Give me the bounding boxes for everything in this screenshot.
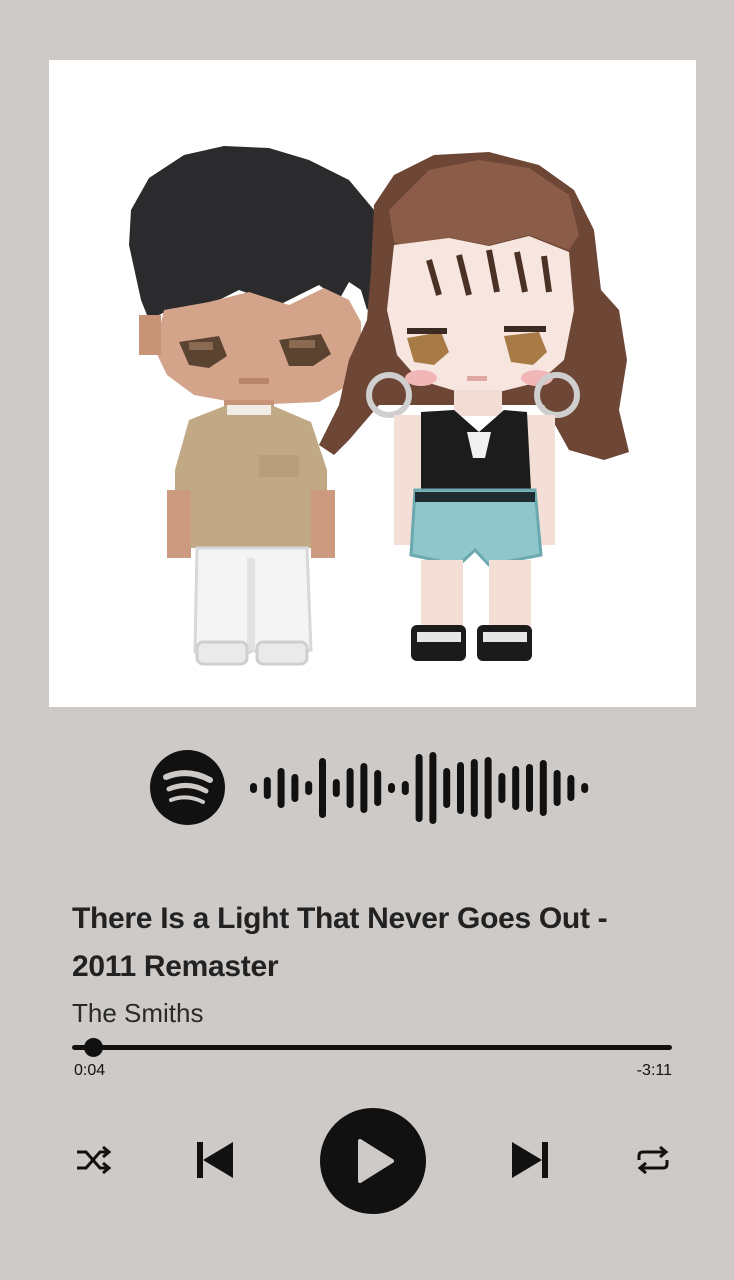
soundwave-bar <box>539 760 547 816</box>
soundwave-bar <box>319 758 326 818</box>
soundwave-bar <box>360 763 368 813</box>
soundwave-bar <box>512 766 520 810</box>
album-artwork <box>49 60 696 707</box>
soundwave-bar <box>567 775 575 801</box>
track-title: There Is a Light That Never Goes Out - 2… <box>72 895 672 991</box>
soundwave-bar <box>581 783 589 793</box>
spotify-code <box>150 750 600 826</box>
soundwave-bar <box>305 781 313 795</box>
pixel-art-couple-image <box>129 146 629 666</box>
play-button[interactable] <box>320 1108 426 1214</box>
skip-next-icon[interactable] <box>510 1140 550 1180</box>
soundwave-bar <box>263 777 271 799</box>
spotify-icon <box>150 750 225 825</box>
progress-bar[interactable] <box>72 1038 672 1058</box>
soundwave-bar <box>346 768 354 808</box>
shuffle-icon[interactable] <box>74 1144 114 1176</box>
soundwave-bar <box>291 774 299 802</box>
playback-controls <box>0 1108 734 1214</box>
repeat-icon[interactable] <box>633 1144 673 1176</box>
elapsed-time: 0:04 <box>74 1062 106 1079</box>
soundwave-bar <box>443 768 451 808</box>
soundwave-bar <box>457 762 464 814</box>
progress-track[interactable] <box>72 1045 672 1050</box>
soundwave-bar <box>250 783 257 793</box>
soundwave-bar <box>526 764 533 812</box>
soundwave-bar <box>332 779 340 797</box>
soundwave-bar <box>401 781 409 795</box>
soundwave-bar <box>484 757 492 819</box>
skip-previous-icon[interactable] <box>195 1140 235 1180</box>
soundwave-bar <box>553 770 561 806</box>
track-title-line-1: There Is a Light That Never Goes Out - <box>72 902 608 935</box>
artist-name[interactable]: The Smiths <box>72 998 204 1029</box>
soundwave-bar <box>498 773 506 803</box>
soundwave-bar <box>374 770 382 806</box>
progress-knob[interactable] <box>84 1038 103 1057</box>
track-title-line-2: 2011 Remaster <box>72 950 279 983</box>
soundwave-bar <box>277 768 285 808</box>
soundwave-bar <box>429 752 437 824</box>
soundwave-bar <box>415 754 423 822</box>
spotify-code-soundwave <box>250 752 589 824</box>
soundwave-bar <box>388 783 395 793</box>
soundwave-bar <box>470 759 478 817</box>
remaining-time: -3:11 <box>636 1062 672 1079</box>
